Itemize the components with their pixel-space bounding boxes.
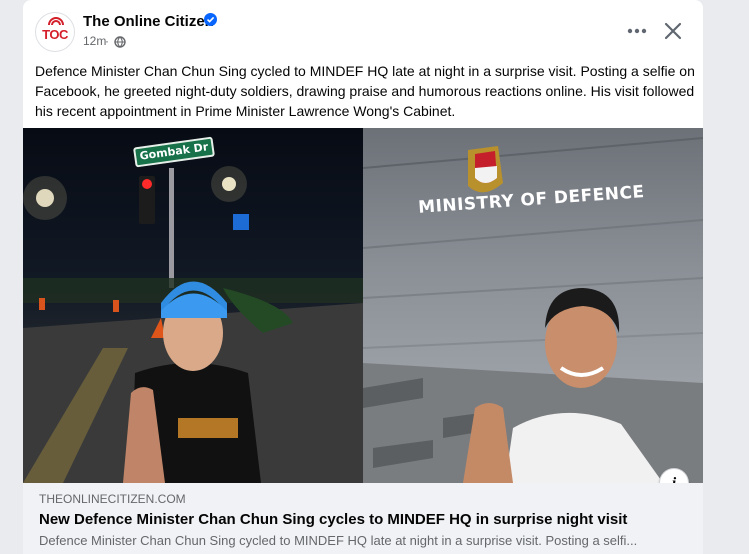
link-description: Defence Minister Chan Chun Sing cycled t…	[39, 533, 638, 548]
post-timestamp[interactable]: 12m	[83, 34, 106, 48]
post-card: TOC The Online Citizen 12m · Defence Min…	[23, 0, 703, 554]
post-body-text: Defence Minister Chan Chun Sing cycled t…	[35, 63, 695, 119]
post-media[interactable]: Gombak Dr MINISTRY OF DEFENCE	[23, 128, 703, 483]
link-preview[interactable]: THEONLINECITIZEN.COM New Defence Ministe…	[23, 483, 703, 554]
more-options-icon	[627, 28, 647, 34]
avatar-logo-text: TOC	[42, 27, 68, 42]
mindef-selfie-photo: MINISTRY OF DEFENCE	[363, 128, 703, 483]
close-button[interactable]	[659, 16, 687, 44]
link-title[interactable]: New Defence Minister Chan Chun Sing cycl…	[39, 511, 627, 528]
page-name-link[interactable]: The Online Citizen	[83, 13, 214, 30]
page-avatar[interactable]: TOC	[35, 12, 75, 52]
more-options-button[interactable]	[623, 16, 651, 44]
night-selfie-photo: Gombak Dr	[23, 128, 363, 483]
close-icon	[664, 22, 682, 40]
info-icon: i	[660, 475, 688, 483]
globe-icon[interactable]	[114, 35, 126, 53]
link-domain: THEONLINECITIZEN.COM	[39, 492, 186, 506]
avatar-logo-arc-icon	[48, 17, 64, 26]
post-header: TOC The Online Citizen 12m ·	[23, 0, 703, 58]
ministry-wall-scene-icon	[363, 137, 703, 483]
verified-badge-icon	[204, 13, 217, 26]
meta-separator: ·	[105, 34, 109, 48]
night-street-scene-icon	[23, 166, 363, 483]
